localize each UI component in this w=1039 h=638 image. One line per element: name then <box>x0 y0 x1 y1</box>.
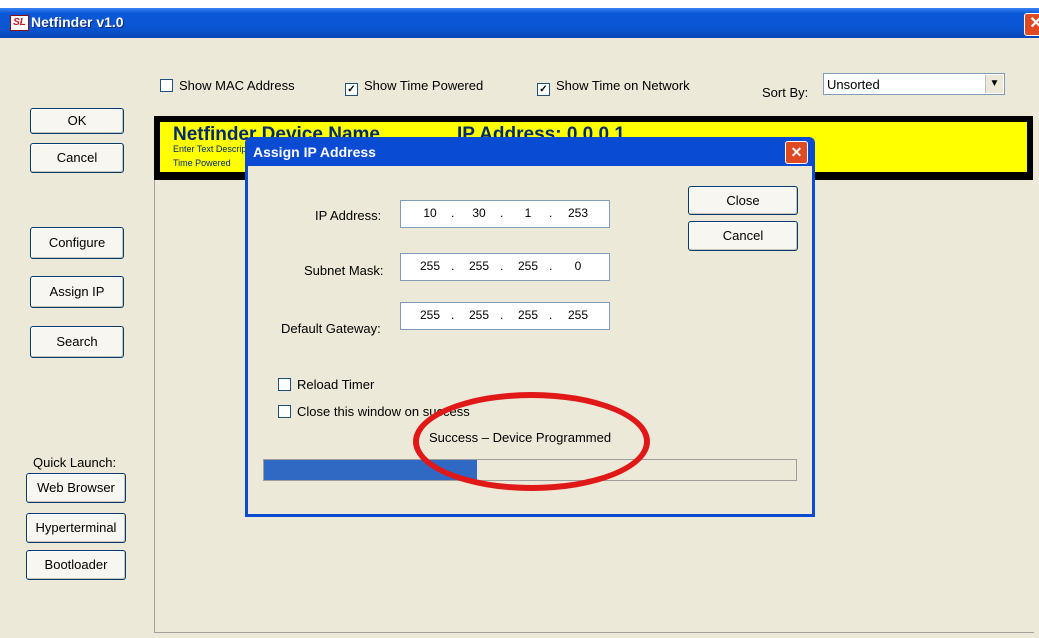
web-browser-button[interactable]: Web Browser <box>26 473 126 503</box>
octet-separator: . <box>549 308 553 322</box>
show-mac-label: Show MAC Address <box>179 78 295 93</box>
ip-address-label: IP Address: <box>315 208 382 223</box>
device-time-powered: Time Powered <box>173 158 231 168</box>
window-close-icon[interactable]: ✕ <box>1024 13 1039 36</box>
subnet-mask-label: Subnet Mask: <box>304 263 384 278</box>
dialog-close-button[interactable]: Close <box>688 186 798 215</box>
ok-button[interactable]: OK <box>30 108 124 134</box>
assign-ip-dialog: Assign IP Address ✕ IP Address: 10 30 1 253… <box>245 137 815 517</box>
ip-address-input[interactable]: 10 30 1 253... <box>400 200 610 228</box>
ip-octet[interactable]: 255 <box>413 259 447 273</box>
dialog-close-icon[interactable]: ✕ <box>785 141 808 164</box>
dialog-cancel-button[interactable]: Cancel <box>688 221 798 251</box>
octet-separator: . <box>500 308 504 322</box>
quick-launch-label: Quick Launch: <box>33 455 117 470</box>
show-time-powered-label: Show Time Powered <box>364 78 484 93</box>
ip-octet[interactable]: 255 <box>462 259 496 273</box>
octet-separator: . <box>549 206 553 220</box>
ip-octet[interactable]: 30 <box>462 206 496 220</box>
assign-ip-button[interactable]: Assign IP <box>30 276 124 308</box>
progress-bar <box>263 459 797 481</box>
show-time-powered-checkbox[interactable]: ✓ Show Time Powered <box>345 78 483 96</box>
ip-octet[interactable]: 255 <box>511 308 545 322</box>
cancel-button[interactable]: Cancel <box>30 143 124 173</box>
netfinder-app-icon: SL <box>10 15 29 31</box>
show-time-network-label: Show Time on Network <box>556 78 690 93</box>
sort-by-value: Unsorted <box>827 77 880 92</box>
checkbox-box[interactable] <box>278 405 291 418</box>
hyperterminal-button[interactable]: Hyperterminal <box>26 513 126 543</box>
reload-timer-label: Reload Timer <box>297 377 375 392</box>
default-gateway-label: Default Gateway: <box>281 321 381 336</box>
checkbox-box[interactable] <box>278 378 291 391</box>
ip-octet[interactable]: 253 <box>561 206 595 220</box>
ip-octet[interactable]: 255 <box>462 308 496 322</box>
dropdown-arrow-icon[interactable]: ▼ <box>985 75 1003 93</box>
status-message: Success – Device Programmed <box>429 430 612 445</box>
ip-octet[interactable]: 255 <box>413 308 447 322</box>
ip-octet[interactable]: 0 <box>561 259 595 273</box>
sort-by-label: Sort By: <box>762 85 809 100</box>
ip-octet[interactable]: 255 <box>561 308 595 322</box>
configure-button[interactable]: Configure <box>30 227 124 259</box>
reload-timer-checkbox[interactable]: Reload Timer <box>278 377 374 392</box>
octet-separator: . <box>549 259 553 273</box>
ip-octet[interactable]: 255 <box>511 259 545 273</box>
window-title: Netfinder v1.0 <box>31 14 124 30</box>
dialog-title: Assign IP Address <box>253 144 376 160</box>
octet-separator: . <box>500 206 504 220</box>
bootloader-button[interactable]: Bootloader <box>26 550 126 580</box>
sort-by-select[interactable]: Unsorted ▼ <box>823 73 1005 95</box>
checkbox-box[interactable]: ✓ <box>537 83 550 96</box>
close-on-success-label: Close this window on success <box>297 404 470 419</box>
ip-octet[interactable]: 1 <box>511 206 545 220</box>
octet-separator: . <box>451 259 455 273</box>
progress-fill <box>264 460 477 480</box>
default-gateway-input[interactable]: 255 255 255 255... <box>400 302 610 330</box>
close-on-success-checkbox[interactable]: Close this window on success <box>278 404 470 419</box>
checkbox-box[interactable] <box>160 79 173 92</box>
octet-separator: . <box>500 259 504 273</box>
dialog-body: IP Address: 10 30 1 253... Subnet Mask: 255… <box>248 166 812 514</box>
show-time-network-checkbox[interactable]: ✓ Show Time on Network <box>537 78 690 96</box>
ip-octet[interactable]: 10 <box>413 206 447 220</box>
checkbox-box[interactable]: ✓ <box>345 83 358 96</box>
octet-separator: . <box>451 308 455 322</box>
octet-separator: . <box>451 206 455 220</box>
search-button[interactable]: Search <box>30 326 124 358</box>
show-mac-checkbox[interactable]: Show MAC Address <box>160 78 295 93</box>
subnet-mask-input[interactable]: 255 255 255 0... <box>400 253 610 281</box>
title-bar[interactable]: SL Netfinder v1.0 ✕ <box>0 8 1039 38</box>
